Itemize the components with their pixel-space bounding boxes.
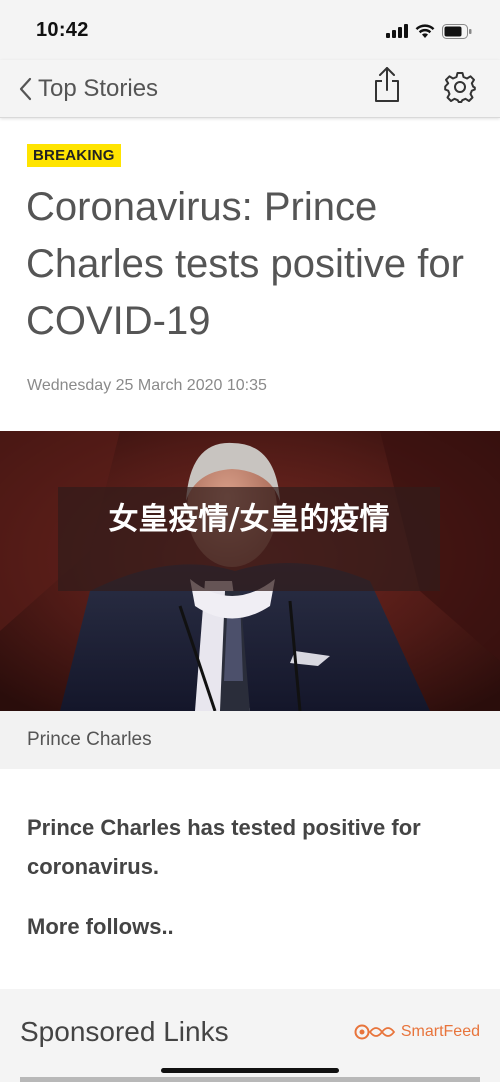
article-image[interactable]: 女皇疫情/女皇的疫情 [0, 431, 500, 711]
back-label: Top Stories [38, 75, 159, 102]
smartfeed-label: SmartFeed [400, 1023, 480, 1040]
home-indicator[interactable] [161, 1068, 339, 1073]
smartfeed-link[interactable]: SmartFeed [354, 1022, 480, 1042]
wifi-icon [415, 23, 435, 38]
image-caption: Prince Charles [27, 729, 152, 750]
chevron-left-icon [19, 77, 32, 101]
status-icons [386, 22, 472, 40]
battery-icon [442, 23, 472, 39]
image-caption-bar: Prince Charles [0, 711, 500, 769]
back-button[interactable]: Top Stories [18, 74, 158, 104]
article-lead: Prince Charles has tested positive for c… [27, 815, 421, 879]
nav-bar: Top Stories [0, 60, 500, 118]
article-dateline: Wednesday 25 March 2020 10:35 [27, 377, 267, 394]
breaking-badge: BREAKING [27, 144, 121, 167]
article-headline: Coronavirus: Prince Charles tests positi… [26, 185, 464, 343]
gear-icon [444, 72, 476, 103]
share-button[interactable] [370, 64, 404, 106]
sponsored-title: Sponsored Links [20, 1016, 229, 1047]
image-overlay-text: 女皇疫情/女皇的疫情 [108, 502, 390, 537]
signal-icon [386, 24, 408, 38]
settings-button[interactable] [443, 70, 477, 104]
sponsored-thumbnails[interactable] [20, 1077, 480, 1082]
status-time: 10:42 [36, 19, 89, 41]
image-overlay: 女皇疫情/女皇的疫情 [58, 487, 440, 591]
share-icon [375, 67, 399, 102]
smartfeed-logo-icon [354, 1024, 395, 1040]
status-bar: 10:42 [0, 0, 500, 60]
more-follows-text: More follows.. [27, 914, 174, 939]
